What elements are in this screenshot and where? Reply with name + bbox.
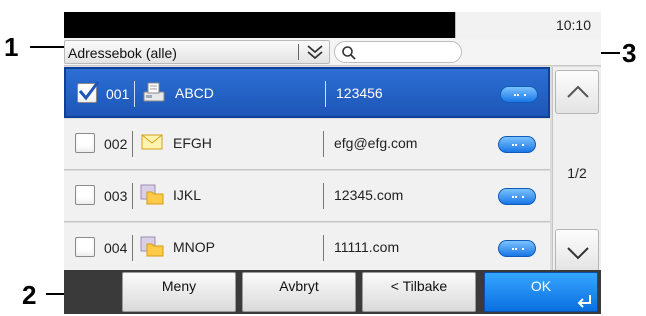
ok-button[interactable]: OK	[484, 272, 598, 312]
divider	[132, 183, 133, 209]
list-item[interactable]: 002 EFGH efg@efg.com	[64, 119, 550, 170]
chevron-down-icon	[567, 247, 589, 260]
menu-button[interactable]: Meny	[122, 272, 236, 312]
detail-button[interactable]	[498, 240, 536, 257]
address-book-select[interactable]: Adressebok (alle)	[64, 40, 330, 64]
chevron-up-icon	[567, 85, 589, 98]
status-area: 10:10	[455, 12, 601, 38]
divider	[132, 131, 133, 157]
entry-name: ABCD	[175, 85, 214, 101]
callout-line-1	[30, 46, 66, 48]
clock: 10:10	[555, 17, 591, 33]
list-item[interactable]: 001 ABCD 123456	[64, 67, 550, 118]
entry-address: 123456	[336, 85, 383, 101]
list-item[interactable]: 004 MNOP 11111.com	[64, 223, 550, 274]
more-dots-icon	[512, 196, 524, 198]
checkbox-checked[interactable]	[77, 81, 100, 103]
search-button[interactable]	[334, 41, 462, 63]
divider	[298, 44, 299, 60]
back-button[interactable]: < Tilbake	[362, 272, 476, 312]
entry-name: EFGH	[173, 135, 212, 151]
more-dots-icon	[512, 144, 524, 146]
checkbox[interactable]	[75, 237, 95, 257]
divider	[323, 131, 324, 157]
detail-button[interactable]	[498, 136, 536, 153]
page-up-button[interactable]	[555, 70, 599, 114]
entry-number: 002	[104, 136, 128, 152]
more-dots-icon	[512, 248, 524, 250]
entry-number: 003	[104, 188, 128, 204]
status-bar: 10:10	[64, 12, 601, 38]
entry-number: 004	[104, 240, 128, 256]
entry-address: efg@efg.com	[334, 135, 418, 151]
detail-button[interactable]	[498, 188, 536, 205]
divider	[323, 183, 324, 209]
email-envelope-icon	[140, 130, 164, 154]
enter-return-icon	[577, 294, 593, 308]
divider	[323, 235, 324, 261]
more-dots-icon	[514, 94, 526, 96]
entry-address: 11111.com	[334, 239, 400, 255]
entry-number: 001	[106, 86, 130, 102]
callout-number-2: 2	[22, 280, 37, 310]
folder-icon	[140, 234, 164, 258]
page-indicator: 1/2	[567, 165, 587, 181]
double-chevron-down-icon[interactable]	[305, 43, 325, 61]
list-item[interactable]: 003 IJKL 12345.com	[64, 171, 550, 222]
address-book-select-label: Adressebok (alle)	[68, 45, 177, 61]
callout-number-1: 1	[4, 32, 19, 62]
folder-icon	[140, 182, 164, 206]
entry-address: 12345.com	[334, 187, 404, 203]
divider	[134, 81, 135, 107]
search-icon	[341, 45, 357, 61]
toolbar: Adressebok (alle)	[64, 38, 601, 66]
bottom-action-bar: Meny Avbryt < Tilbake OK	[64, 270, 601, 314]
entry-name: IJKL	[173, 187, 202, 203]
detail-button[interactable]	[500, 86, 538, 103]
entry-name: MNOP	[173, 239, 215, 255]
ok-button-label: OK	[530, 278, 552, 294]
checkbox[interactable]	[75, 133, 95, 153]
callout-number-3: 3	[622, 38, 637, 68]
checkbox[interactable]	[75, 185, 95, 205]
device-screen: 10:10 Adressebok (alle) 001 ABCD 123456	[64, 12, 601, 314]
cancel-button[interactable]: Avbryt	[242, 272, 356, 312]
divider	[132, 235, 133, 261]
divider	[325, 81, 326, 107]
pager: 1/2	[552, 67, 601, 277]
fax-icon	[142, 80, 166, 104]
page-down-button[interactable]	[555, 229, 599, 273]
